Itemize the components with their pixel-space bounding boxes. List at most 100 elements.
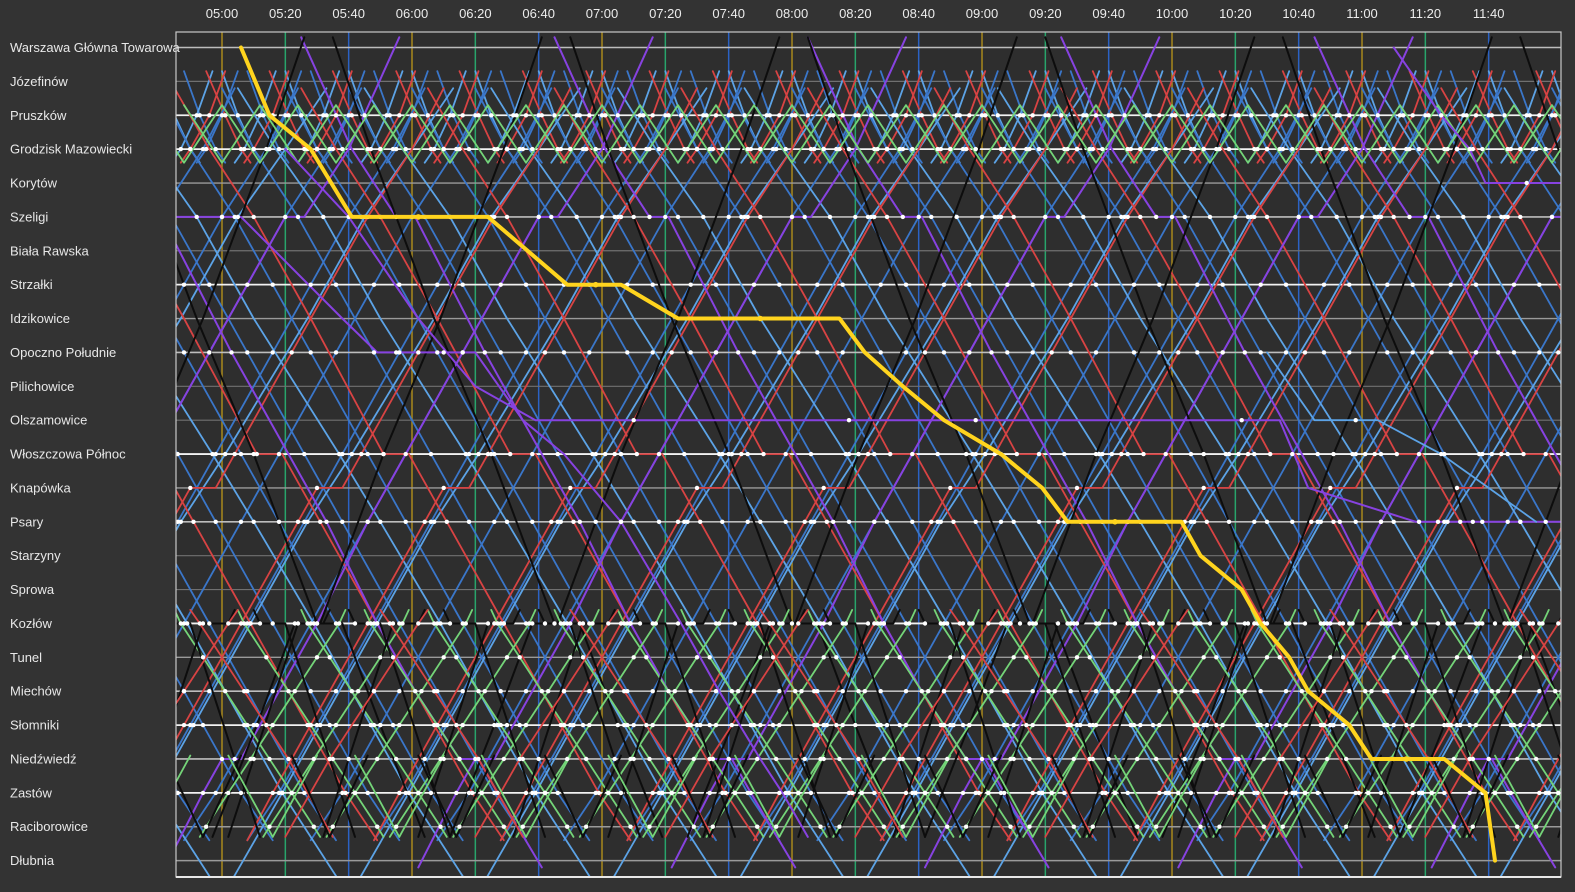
- stop-dot: [1195, 282, 1200, 287]
- stop-dot: [1439, 113, 1444, 118]
- stop-dot: [1207, 621, 1213, 626]
- stop-dot: [1157, 350, 1162, 355]
- stop-dot: [587, 722, 592, 728]
- stop-dot: [1192, 519, 1197, 524]
- stop-dot: [1480, 146, 1485, 152]
- stop-dot: [207, 689, 212, 694]
- stop-dot: [454, 146, 459, 152]
- stop-dot: [1537, 722, 1542, 728]
- station-label: Włoszczowa Północ: [10, 447, 126, 462]
- stop-dot: [688, 350, 693, 355]
- stop-dot: [311, 756, 316, 762]
- stop-dot: [508, 451, 513, 457]
- stop-dot: [1179, 689, 1184, 694]
- stop-dot: [897, 756, 902, 762]
- stop-dot: [1005, 350, 1010, 355]
- stop-dot: [840, 282, 845, 287]
- stop-dot: [1169, 214, 1175, 220]
- stop-dot: [555, 451, 560, 457]
- stop-dot: [1214, 655, 1219, 660]
- stop-dot: [1467, 722, 1472, 728]
- stop-dot: [1065, 621, 1070, 626]
- stop-dot: [245, 282, 250, 287]
- stop-dot: [1524, 180, 1529, 186]
- stop-dot: [390, 722, 396, 728]
- stop-dot: [1397, 621, 1403, 626]
- stop-dot: [371, 350, 377, 355]
- stop-dot: [238, 146, 244, 152]
- stop-dot: [276, 146, 282, 152]
- stop-dot: [422, 519, 427, 524]
- stop-dot: [1163, 451, 1168, 457]
- stop-dot: [618, 519, 624, 524]
- stop-dot: [1461, 113, 1466, 118]
- stop-dot: [1467, 756, 1472, 762]
- stop-dot: [463, 621, 468, 626]
- stop-dot: [948, 146, 953, 152]
- stop-dot: [1388, 621, 1393, 626]
- stop-dot: [1176, 350, 1181, 355]
- stop-dot: [834, 146, 839, 152]
- stop-dot: [441, 485, 446, 491]
- stop-dot: [774, 824, 779, 829]
- stop-dot: [770, 146, 776, 152]
- stop-dot: [375, 621, 380, 626]
- stop-dot: [862, 689, 867, 694]
- stop-dot: [979, 756, 985, 762]
- stop-dot: [837, 824, 842, 829]
- stop-dot: [1024, 722, 1029, 728]
- stop-dot: [1192, 689, 1197, 694]
- stop-dot: [1299, 113, 1305, 118]
- stop-dot: [872, 451, 877, 457]
- stop-dot: [796, 790, 801, 796]
- stop-dot: [726, 214, 731, 220]
- stop-dot: [346, 756, 351, 762]
- stop-dot: [413, 689, 418, 694]
- stop-dot: [1391, 655, 1396, 660]
- station-label: Miechów: [10, 684, 62, 699]
- stop-dot: [606, 790, 611, 796]
- stop-dot: [1163, 146, 1168, 152]
- stop-dot: [1068, 282, 1073, 287]
- stop-dot: [197, 621, 202, 626]
- stop-dot: [603, 451, 608, 457]
- stop-dot: [536, 214, 541, 220]
- stop-dot: [1382, 689, 1387, 694]
- stop-dot: [1480, 519, 1485, 524]
- stop-dot: [618, 146, 624, 152]
- stop-dot: [1413, 621, 1419, 626]
- stop-dot: [1011, 519, 1016, 524]
- stop-dot: [1404, 655, 1409, 660]
- stop-dot: [454, 790, 459, 796]
- stop-dot: [1546, 790, 1552, 796]
- stop-dot: [1236, 689, 1241, 694]
- stop-dot: [783, 451, 788, 457]
- stop-dot: [856, 113, 861, 118]
- stop-dot: [777, 790, 782, 796]
- stop-dot: [998, 519, 1004, 524]
- stop-dot: [941, 689, 947, 694]
- stop-dot: [900, 824, 905, 829]
- stop-dot: [295, 621, 301, 626]
- stop-dot: [444, 519, 449, 524]
- stop-dot: [701, 214, 706, 220]
- stop-dot: [362, 113, 367, 118]
- stop-dot: [717, 621, 722, 626]
- stop-dot: [903, 790, 909, 796]
- stop-dot: [1125, 214, 1130, 220]
- stop-dot: [223, 113, 228, 118]
- stop-dot: [770, 722, 776, 728]
- stop-dot: [517, 146, 522, 152]
- stop-dot: [1489, 451, 1495, 457]
- stop-dot: [1055, 621, 1061, 626]
- stop-dot: [846, 418, 852, 423]
- stop-dot: [1344, 756, 1349, 762]
- stop-dot: [717, 451, 722, 457]
- stop-dot: [1518, 519, 1523, 524]
- stop-dot: [577, 519, 582, 524]
- stop-dot: [381, 451, 386, 457]
- stop-dot: [555, 790, 560, 796]
- stop-dot: [1245, 621, 1251, 626]
- stop-dot: [178, 621, 183, 626]
- stop-dot: [1230, 790, 1235, 796]
